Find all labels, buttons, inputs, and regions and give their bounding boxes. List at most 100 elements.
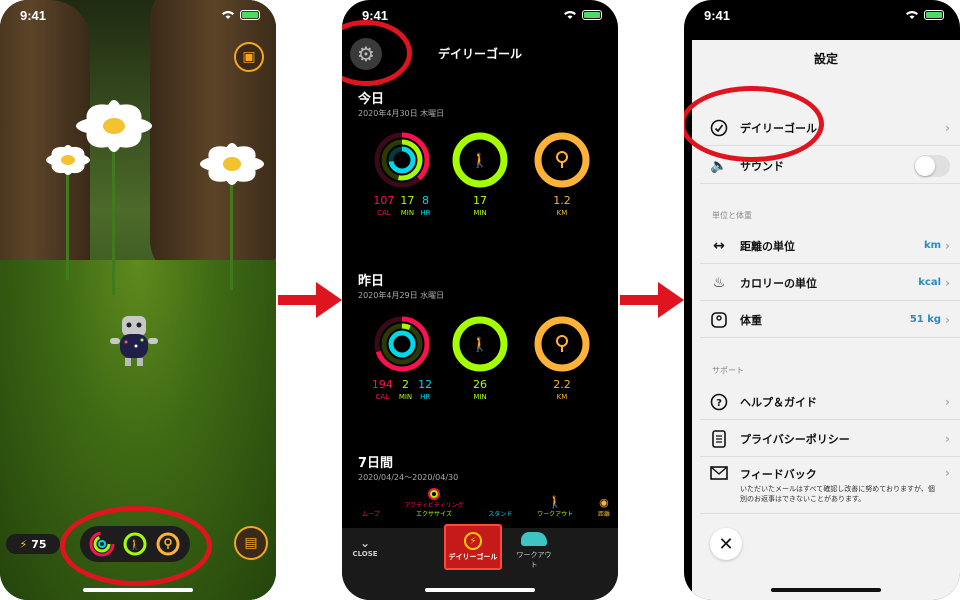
distance-unit-label: 距離の単位 (740, 239, 795, 253)
walk-icon: 🚶 (547, 495, 563, 509)
phone-game-screen: 9:41 ▣ ⚡ 75 🚶 ▤ (0, 0, 276, 600)
feedback-label: フィードバック (740, 468, 817, 481)
distance-unit: KM (556, 393, 568, 401)
tab-daily-goal-label: デイリーゴール (448, 553, 498, 561)
activity-rings-dock[interactable]: 🚶 (80, 526, 190, 562)
settings-sheet: 設定 デイリーゴール › 🔈 サウンド 単位と体重 ↔ 距離の単位 km › ♨… (692, 40, 960, 600)
wifi-icon (563, 8, 577, 23)
yesterday-exercise-ring[interactable]: 🚶 26 MIN (450, 316, 510, 401)
yesterday-activity-rings[interactable]: 194 CAL 2 MIN 12 HR (356, 316, 448, 401)
distance-unit-value: km (923, 240, 942, 251)
tab-daily-goal[interactable]: ⚡ デイリーゴール (444, 524, 502, 570)
min-value: 17 (400, 194, 415, 207)
cal-label: CAL (375, 393, 390, 401)
location-pin-icon: ◉ (599, 496, 609, 509)
cal-label: CAL (377, 209, 391, 217)
activity-ring-icon (427, 488, 440, 500)
distance-value: 1.2 (553, 194, 571, 207)
today-exercise-ring[interactable]: 🚶 17 MIN (450, 132, 510, 217)
svg-text:🚶: 🚶 (471, 336, 488, 353)
wifi-icon (221, 8, 235, 23)
feedback-row[interactable]: フィードバック いただいたメールはすべて確認し改善に努めておりますが、個別のお返… (700, 458, 960, 514)
speaker-icon: 🔈 (710, 157, 728, 174)
exercise-ring-icon: 🚶 (123, 532, 147, 556)
distance-value: 2.2 (553, 378, 571, 391)
page-title: デイリーゴール (437, 47, 522, 61)
forest-scene (0, 0, 276, 600)
status-time: 9:41 (362, 7, 389, 23)
min-label: MIN (398, 393, 413, 401)
battery-icon (924, 10, 944, 20)
envelope-icon (708, 466, 730, 480)
exercise-ring-chart: 🚶 (452, 132, 508, 188)
ar-camera-button[interactable]: ▣ (234, 42, 264, 72)
chevron-right-icon: › (945, 466, 950, 480)
ruler-icon: ↔ (713, 237, 725, 254)
tab-workout-label: ワークアウト (516, 551, 552, 569)
today-date: 2020年4月30日 木曜日 (358, 109, 445, 118)
energy-badge: ⚡ 75 (6, 534, 60, 554)
distance-ring-chart (534, 316, 590, 372)
min-label: MIN (400, 209, 415, 217)
distance-ring-chart (534, 132, 590, 188)
sound-toggle[interactable] (914, 154, 950, 177)
close-label: CLOSE (352, 550, 378, 558)
today-distance-ring[interactable]: 1.2 KM (532, 132, 592, 217)
steps-unit: MIN (473, 393, 487, 401)
yesterday-distance-ring[interactable]: 2.2 KM (532, 316, 592, 401)
phone-daily-goal-screen: 9:41 ⚙ デイリーゴール 今日 2020年4月30日 木曜日 107 CAL … (342, 0, 618, 600)
legend-distance: 距離 (597, 511, 610, 518)
battery-icon (240, 10, 260, 20)
tab-bar: ⌄ CLOSE ⚡ デイリーゴール ワークアウト (342, 524, 618, 600)
legend-stand: スタンド (488, 511, 513, 518)
flame-icon: ♨ (712, 274, 726, 291)
question-circle-icon: ? (708, 393, 730, 411)
checkmark-circle-icon (708, 119, 730, 137)
energy-value: 75 (31, 537, 47, 551)
tab-workout[interactable]: ワークアウト (514, 532, 554, 570)
today-activity-rings[interactable]: 107 CAL 17 MIN 8 HR (356, 132, 448, 217)
exercise-ring-chart: 🚶 (452, 316, 508, 372)
legend-move: ムーブ (362, 511, 380, 518)
daily-goal-row[interactable]: デイリーゴール › (700, 110, 960, 146)
lightning-icon: ⚡ (464, 532, 482, 550)
cal-value: 107 (373, 194, 395, 207)
weight-row[interactable]: 体重 51 kg › (700, 302, 960, 338)
status-bar: 9:41 (0, 0, 276, 30)
activity-ring-chart (374, 132, 430, 188)
cal-value: 194 (371, 378, 393, 391)
sound-row: 🔈 サウンド (700, 148, 960, 184)
message-icon: ▤ (244, 535, 258, 551)
feedback-note: いただいたメールはすべて確認し改善に努めておりますが、個別のお返事はできないこと… (740, 485, 935, 503)
privacy-row[interactable]: プライバシーポリシー › (700, 421, 960, 457)
steps-value: 26 (473, 378, 487, 391)
today-heading: 今日 (358, 92, 385, 107)
next-step-arrow (620, 282, 684, 318)
lightning-icon: ⚡ (19, 537, 28, 551)
daisy-flower (46, 145, 90, 175)
chevron-down-icon: ⌄ (359, 536, 371, 550)
robot-character (110, 316, 158, 366)
privacy-label: プライバシーポリシー (740, 432, 850, 446)
chevron-right-icon: › (945, 312, 950, 327)
svg-text:🚶: 🚶 (471, 152, 488, 169)
distance-unit-row[interactable]: ↔ 距離の単位 km › (700, 228, 960, 264)
chevron-right-icon: › (945, 120, 950, 135)
calorie-unit-row[interactable]: ♨ カロリーの単位 kcal › (700, 265, 960, 301)
steps-value: 17 (473, 194, 487, 207)
sound-label: サウンド (740, 159, 784, 173)
close-tab[interactable]: ⌄ CLOSE (350, 536, 380, 558)
phone-settings-screen: 9:41 設定 デイリーゴール › 🔈 サウンド 単位と体重 ↔ 距離の単位 k… (684, 0, 960, 600)
battery-icon (582, 10, 602, 20)
status-time: 9:41 (20, 7, 47, 23)
sneaker-icon (521, 532, 547, 546)
help-row[interactable]: ? ヘルプ＆ガイド › (700, 384, 960, 420)
svg-text:?: ? (716, 398, 722, 409)
chat-button[interactable]: ▤ (234, 526, 268, 560)
wifi-icon (905, 8, 919, 23)
chevron-right-icon: › (945, 394, 950, 409)
close-button[interactable]: ✕ (710, 528, 742, 560)
activity-ring-icon (89, 531, 115, 557)
yesterday-heading: 昨日 (358, 274, 385, 289)
legend-activity-ring: アクティビティリング (404, 502, 464, 509)
